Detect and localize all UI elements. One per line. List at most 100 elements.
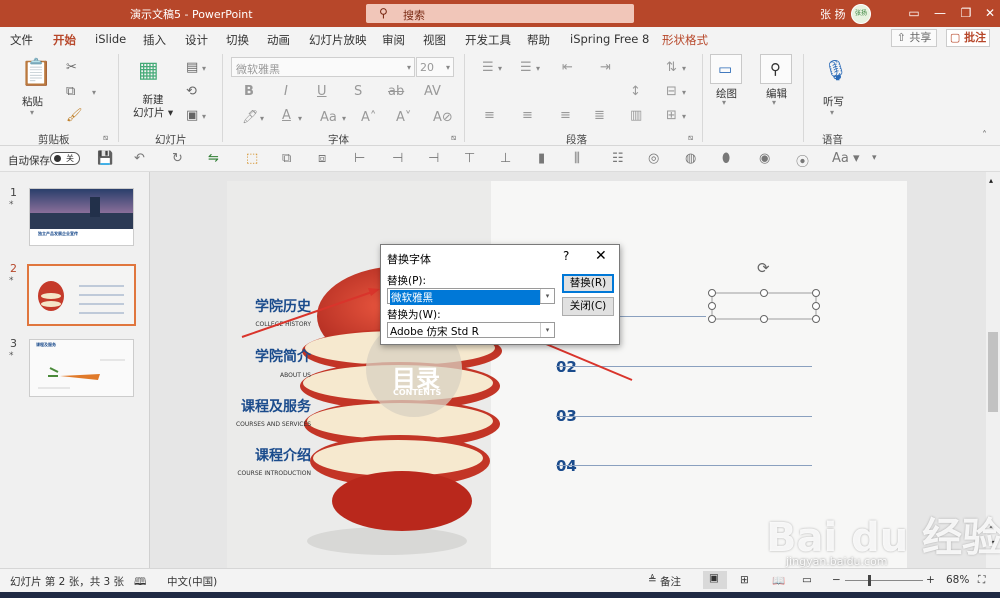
search-box[interactable]: ⚲ 搜索 [366, 4, 634, 23]
collapse-ribbon-icon[interactable]: ˄ [982, 130, 987, 141]
comments-button[interactable]: ▢ 批注 [946, 29, 990, 47]
combine-icon[interactable]: ◉ [759, 151, 770, 166]
toc-item-4[interactable]: 04 课程介绍 COURSE INTRODUCTION [0, 0, 812, 477]
line-spacing-icon[interactable]: ↕ [630, 84, 641, 99]
tab-shape-format[interactable]: 形状格式 [662, 32, 708, 48]
slide-thumbnail-3[interactable]: 课程及服务 [29, 339, 134, 397]
copy-dropdown-icon[interactable]: ▾ [92, 88, 96, 97]
dictate-dropdown-icon[interactable]: ▾ [830, 108, 834, 117]
shadow-icon[interactable]: S [354, 84, 362, 99]
editing-button[interactable]: ⚲ [760, 54, 792, 84]
slide-thumbnail-1[interactable]: 独立产品发展企业宣传 [29, 188, 134, 246]
customize-qat-icon[interactable]: ▾ [872, 153, 877, 163]
zoom-level[interactable]: 68% [946, 574, 969, 586]
decrease-indent-icon[interactable]: ⇤ [562, 60, 573, 75]
font-color-dropdown-icon[interactable]: ▾ [298, 114, 302, 123]
font-name-combo[interactable]: 微软雅黑 ▾ [231, 57, 415, 77]
language-status[interactable]: 中文(中国) [167, 574, 217, 589]
new-slide-icon[interactable]: ▦ [138, 58, 159, 83]
copy-icon[interactable]: ⧉ [66, 84, 75, 99]
distribute-h-icon[interactable]: ⫼ [574, 151, 580, 166]
align-top-icon[interactable]: ⊤ [464, 151, 475, 166]
clear-format-icon[interactable]: A⊘ [433, 110, 453, 125]
underline-icon[interactable]: U [317, 84, 327, 99]
tab-developer[interactable]: 开发工具 [465, 32, 511, 48]
layout-icon[interactable]: ▤ [186, 60, 198, 75]
change-case-icon[interactable]: Aa [320, 110, 337, 125]
scroll-thumb[interactable] [988, 332, 998, 412]
editing-label[interactable]: 编辑 [766, 86, 787, 101]
text-direction-icon[interactable]: ⇅ [666, 60, 677, 75]
align-text-icon[interactable]: ⊟ [666, 84, 677, 99]
text-direction-dropdown-icon[interactable]: ▾ [682, 64, 686, 73]
rotate-handle-icon[interactable]: ⟳ [757, 259, 770, 277]
bullets-icon[interactable]: ☰ [482, 60, 494, 75]
align-right-icon[interactable]: ≡ [560, 108, 571, 123]
dialog-close-icon[interactable]: ✕ [595, 248, 607, 264]
highlight-icon[interactable]: 🖊 [242, 110, 259, 125]
save-icon[interactable]: 💾 [97, 151, 113, 166]
align-center-icon[interactable]: ≡ [522, 108, 533, 123]
select-shape-icon[interactable]: ⬚ [246, 151, 258, 166]
align-left-icon[interactable]: ≡ [484, 108, 495, 123]
change-case-dropdown-icon[interactable]: ▾ [342, 114, 346, 123]
new-slide-label[interactable]: 新建 幻灯片 ▾ [133, 94, 173, 120]
subtract-icon[interactable]: ⦿ [796, 151, 809, 170]
replace-font-combo[interactable]: 微软雅黑 ▾ [387, 288, 555, 305]
drawing-label[interactable]: 绘图 [716, 86, 737, 101]
tab-ispring[interactable]: iSpring Free 8 [570, 32, 649, 46]
font-launcher-icon[interactable]: ⧅ [451, 133, 456, 143]
cut-icon[interactable]: ✂ [66, 60, 77, 75]
user-name[interactable]: 张 扬 [820, 6, 846, 22]
autosave-toggle[interactable]: 关 [50, 152, 80, 165]
zoom-in-icon[interactable]: + [926, 574, 935, 586]
replace-with-combo[interactable]: Adobe 仿宋 Std R ▾ [387, 322, 555, 338]
next-slide-icon[interactable]: ⏷ [989, 538, 995, 548]
bold-icon[interactable]: B [244, 84, 254, 99]
paragraph-launcher-icon[interactable]: ⧅ [688, 133, 693, 143]
font-size-combo[interactable]: 20 ▾ [416, 57, 454, 77]
zoom-out-icon[interactable]: − [832, 574, 841, 586]
editing-dropdown-icon[interactable]: ▾ [772, 98, 776, 107]
slide-thumbnail-2[interactable] [27, 264, 136, 326]
restore-icon[interactable]: ❐ [954, 4, 978, 22]
paste-icon[interactable]: 📋 [20, 58, 52, 88]
reading-view-icon[interactable]: 📖 [772, 574, 785, 587]
prev-slide-icon[interactable]: ⏶ [989, 522, 995, 532]
paste-dropdown-icon[interactable]: ▾ [30, 108, 34, 117]
smartart-dropdown-icon[interactable]: ▾ [682, 112, 686, 121]
align-center-shape-icon[interactable]: ⊣ [392, 151, 403, 166]
ribbon-display-icon[interactable]: ▭ [902, 4, 926, 22]
font-size-dropdown-icon[interactable]: ▾ [446, 63, 450, 72]
grow-font-icon[interactable]: A˄ [361, 110, 376, 125]
section-dropdown-icon[interactable]: ▾ [202, 112, 206, 121]
islide-tool-icon[interactable]: ⇋ [208, 151, 219, 166]
distribute-v-icon[interactable]: ☷ [612, 151, 624, 166]
accessibility-icon[interactable]: 🕮 [134, 574, 146, 592]
tab-help[interactable]: 帮助 [527, 32, 550, 48]
section-icon[interactable]: ▣ [186, 108, 198, 123]
numbering-dropdown-icon[interactable]: ▾ [536, 64, 540, 73]
merge-shapes-icon[interactable]: ◎ [648, 151, 659, 166]
dictate-label[interactable]: 听写 [823, 94, 844, 109]
replace-with-dropdown-icon[interactable]: ▾ [540, 323, 554, 337]
undo-icon[interactable]: ↶ [134, 151, 145, 166]
redo-icon[interactable]: ↻ [172, 151, 183, 166]
font-name-dropdown-icon[interactable]: ▾ [407, 63, 411, 72]
italic-icon[interactable]: I [284, 84, 288, 99]
zoom-slider-thumb[interactable] [868, 575, 871, 586]
increase-indent-icon[interactable]: ⇥ [600, 60, 611, 75]
strikethrough-icon[interactable]: ab [388, 84, 404, 99]
help-icon[interactable]: ? [563, 249, 569, 263]
replace-dropdown-icon[interactable]: ▾ [540, 289, 554, 303]
highlight-dropdown-icon[interactable]: ▾ [260, 114, 264, 123]
align-right-shape-icon[interactable]: ⊣ [428, 151, 439, 166]
minimize-icon[interactable]: — [928, 4, 952, 22]
share-button[interactable]: ⇧ 共享 [891, 29, 937, 47]
align-text-dropdown-icon[interactable]: ▾ [682, 88, 686, 97]
fit-slide-icon[interactable]: ⛶ [978, 574, 985, 587]
char-spacing-icon[interactable]: AV [424, 84, 441, 99]
smartart-icon[interactable]: ⊞ [666, 108, 677, 123]
normal-view-button[interactable]: ▣ [703, 571, 727, 589]
columns-icon[interactable]: ▥ [630, 108, 642, 123]
